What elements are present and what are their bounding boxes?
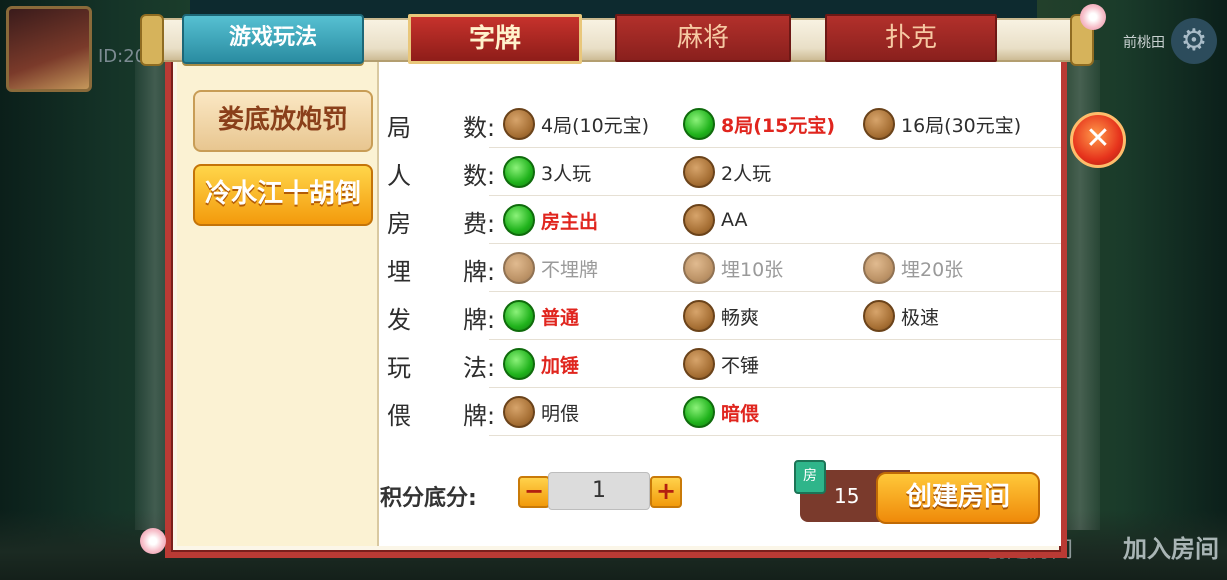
radio-option-label: 4局(10元宝)	[541, 114, 650, 137]
radio-option[interactable]: 暗偎	[683, 396, 759, 428]
radio-option[interactable]: 3人玩	[503, 156, 591, 188]
score-minus-button[interactable]: −	[518, 476, 550, 508]
option-row: 发 牌: 普通 畅爽 极速	[379, 292, 1061, 340]
option-row-label: 牌:	[463, 258, 496, 286]
room-card-icon: 房	[794, 460, 826, 494]
radio-option[interactable]: 畅爽	[683, 300, 759, 332]
game-button-lengshuijiang[interactable]: 冷水江十胡倒	[193, 164, 373, 226]
options-area: 局数: 4局(10元宝) 8局(15元宝) 16局(30元宝) 人数: 3人玩 2人玩房费:…	[379, 42, 1061, 546]
option-row: 局 数: 4局(10元宝) 8局(15元宝) 16局(30元宝)	[379, 100, 1061, 148]
radio-option-label: 8局(15元宝)	[721, 114, 836, 137]
radio-unselected-icon	[503, 108, 535, 140]
option-row-label: 玩	[387, 354, 411, 382]
option-row-label: 偎	[387, 402, 411, 430]
option-row-label: 法:	[463, 354, 496, 382]
radio-option-label: 明偎	[541, 402, 580, 425]
radio-unselected-icon	[863, 300, 895, 332]
create-room-button[interactable]: 创建房间	[876, 472, 1040, 524]
option-row: 玩 法: 加锤 不锤	[379, 340, 1061, 388]
radio-unselected-icon	[683, 348, 715, 380]
radio-option[interactable]: 房主出	[503, 204, 598, 236]
radio-option[interactable]: 普通	[503, 300, 579, 332]
radio-unselected-icon	[503, 252, 535, 284]
radio-unselected-icon	[863, 108, 895, 140]
radio-option[interactable]: 8局(15元宝)	[683, 108, 835, 140]
option-row: 房 费: 房主出 AA	[379, 196, 1061, 244]
tab-puke[interactable]: 扑克	[825, 14, 997, 62]
option-row-label: 牌:	[463, 402, 496, 430]
radio-option-label: AA	[721, 209, 748, 231]
radio-option-label: 16局(30元宝)	[901, 114, 1022, 137]
radio-option-label: 普通	[541, 306, 580, 329]
radio-option[interactable]: 4局(10元宝)	[503, 108, 649, 140]
radio-option-label: 3人玩	[541, 162, 592, 185]
radio-selected-icon	[503, 348, 535, 380]
radio-option-label: 暗偎	[721, 402, 760, 425]
radio-selected-icon	[683, 108, 715, 140]
radio-unselected-icon	[503, 396, 535, 428]
option-row-label: 发	[387, 306, 411, 334]
radio-option-label: 畅爽	[721, 306, 760, 329]
radio-unselected-icon	[683, 204, 715, 236]
radio-selected-icon	[503, 204, 535, 236]
radio-unselected-icon	[863, 252, 895, 284]
radio-option-label: 极速	[901, 306, 940, 329]
close-icon[interactable]: ✕	[1070, 112, 1126, 168]
option-row-label: 局	[387, 114, 411, 142]
radio-option-label: 埋20张	[901, 258, 964, 281]
radio-option[interactable]: 埋20张	[863, 252, 963, 284]
radio-option[interactable]: 2人玩	[683, 156, 771, 188]
radio-option[interactable]: 加锤	[503, 348, 579, 380]
scroll-end-left	[140, 14, 164, 66]
radio-option-label: 加锤	[541, 354, 580, 377]
radio-unselected-icon	[683, 252, 715, 284]
radio-option[interactable]: 埋10张	[683, 252, 783, 284]
radio-unselected-icon	[683, 300, 715, 332]
option-row: 人 数: 3人玩 2人玩	[379, 148, 1061, 196]
radio-selected-icon	[503, 156, 535, 188]
radio-option-label: 不埋牌	[541, 258, 599, 281]
option-row-label: 人	[387, 162, 411, 190]
radio-option-label: 不锤	[721, 354, 760, 377]
score-plus-button[interactable]: +	[650, 476, 682, 508]
radio-option[interactable]: 明偎	[503, 396, 579, 428]
radio-selected-icon	[683, 396, 715, 428]
radio-option[interactable]: 不锤	[683, 348, 759, 380]
flower-decoration	[140, 528, 166, 554]
score-label: 积分底分:	[380, 486, 477, 511]
option-row-label: 数:	[463, 114, 496, 142]
radio-option-label: 埋10张	[721, 258, 784, 281]
flower-decoration	[1080, 4, 1106, 30]
option-row-label: 房	[387, 210, 411, 238]
game-rules-tab[interactable]: 游戏玩法	[182, 14, 364, 64]
radio-option[interactable]: 不埋牌	[503, 252, 598, 284]
tab-zipai[interactable]: 字牌	[408, 14, 582, 64]
game-button-loudi[interactable]: 娄底放炮罚	[193, 90, 373, 152]
avatar[interactable]	[6, 6, 92, 92]
option-row: 偎 牌: 明偎 暗偎	[379, 388, 1061, 436]
radio-option[interactable]: 16局(30元宝)	[863, 108, 1021, 140]
score-input[interactable]: 1	[548, 472, 650, 510]
radio-selected-icon	[503, 300, 535, 332]
game-list: 娄底放炮罚 冷水江十胡倒	[177, 42, 379, 546]
gear-icon[interactable]: ⚙	[1171, 18, 1217, 64]
tab-majiang[interactable]: 麻将	[615, 14, 791, 62]
radio-option-label: 房主出	[541, 210, 599, 233]
option-row-label: 费:	[463, 210, 496, 238]
option-row: 埋 牌: 不埋牌 埋10张 埋20张	[379, 244, 1061, 292]
option-row-label: 数:	[463, 162, 496, 190]
top-right-label: 前桃田	[1123, 35, 1165, 51]
row-divider	[489, 435, 1061, 436]
radio-option[interactable]: 极速	[863, 300, 939, 332]
radio-option[interactable]: AA	[683, 204, 748, 236]
option-row-label: 埋	[387, 258, 411, 286]
radio-unselected-icon	[683, 156, 715, 188]
radio-option-label: 2人玩	[721, 162, 772, 185]
background-join-room: 加入房间	[1123, 535, 1219, 563]
option-row-label: 牌:	[463, 306, 496, 334]
